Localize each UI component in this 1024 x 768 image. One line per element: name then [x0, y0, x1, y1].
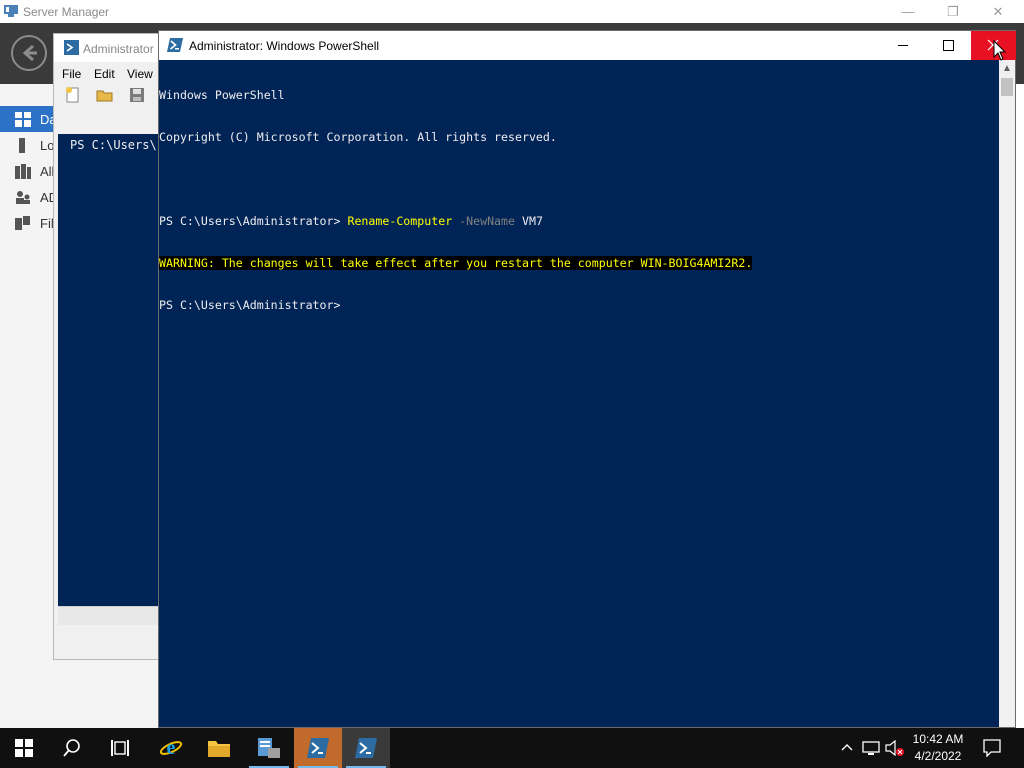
- console-line-banner: Windows PowerShell: [159, 88, 285, 102]
- powershell-taskbar-button-2[interactable]: [342, 728, 390, 768]
- mouse-pointer-icon: [993, 40, 1007, 61]
- new-file-icon[interactable]: [64, 86, 82, 104]
- task-view-icon: [111, 740, 129, 756]
- search-button[interactable]: [48, 728, 96, 768]
- console-line-command: PS C:\Users\Administrator> Rename-Comput…: [159, 214, 999, 228]
- action-center-icon[interactable]: [983, 739, 1001, 757]
- arrow-left-icon: [22, 44, 37, 62]
- save-icon[interactable]: [128, 86, 146, 104]
- minimize-icon: [898, 45, 908, 46]
- vertical-scrollbar[interactable]: ▲: [999, 60, 1015, 727]
- console-line-warning: WARNING: The changes will take effect af…: [159, 256, 999, 270]
- menu-edit[interactable]: Edit: [94, 67, 115, 81]
- command-argument: VM7: [515, 214, 543, 228]
- scroll-thumb[interactable]: [1001, 78, 1013, 96]
- server-manager-titlebar: Server Manager — ❐ ✕: [0, 0, 1024, 23]
- maximize-icon: [943, 40, 954, 51]
- command-parameter: -NewName: [452, 214, 515, 228]
- clock-time: 10:42 AM: [912, 732, 964, 746]
- horizontal-scrollbar[interactable]: [58, 606, 172, 625]
- file-explorer-button[interactable]: [196, 728, 244, 768]
- server-manager-button[interactable]: [245, 728, 293, 768]
- console-line-copyright: Copyright (C) Microsoft Corporation. All…: [159, 130, 557, 144]
- minimize-button[interactable]: —: [885, 2, 931, 22]
- server-manager-icon: [258, 738, 280, 758]
- clock[interactable]: 10:42 AM 4/2/2022: [902, 731, 974, 765]
- console-line-prompt[interactable]: PS C:\Users\Administrator>: [159, 298, 999, 312]
- powershell-titlebar[interactable]: Administrator: Windows PowerShell: [159, 31, 1016, 60]
- minimize-button[interactable]: [881, 31, 926, 60]
- restore-button[interactable]: ❐: [930, 2, 976, 22]
- back-button[interactable]: [11, 35, 47, 71]
- menu-file[interactable]: File: [62, 67, 81, 81]
- file-explorer-icon: [208, 741, 230, 757]
- open-folder-icon[interactable]: [96, 86, 114, 104]
- svg-text:e: e: [167, 737, 176, 759]
- background-window-title: Administrator: [83, 42, 154, 56]
- start-button[interactable]: [0, 728, 48, 768]
- internet-explorer-button[interactable]: e: [148, 728, 196, 768]
- powershell-icon: [307, 738, 329, 758]
- dashboard-icon: [15, 112, 31, 127]
- prompt-text: PS C:\Users\Administrator>: [159, 214, 348, 228]
- console-output[interactable]: Windows PowerShell Copyright (C) Microso…: [159, 60, 999, 727]
- command-name: Rename-Computer: [347, 214, 453, 228]
- network-icon[interactable]: [862, 740, 880, 756]
- background-window-titlebar: Administrator: [54, 34, 174, 62]
- powershell-taskbar-button-1[interactable]: [294, 728, 342, 768]
- warning-text: WARNING: The changes will take effect af…: [159, 256, 753, 270]
- close-button[interactable]: ✕: [975, 2, 1021, 22]
- local-server-icon: [19, 138, 25, 153]
- file-services-icon: [15, 216, 30, 230]
- background-powershell-window[interactable]: Administrator File Edit View PS C:\Users…: [53, 33, 174, 660]
- clock-date: 4/2/2022: [914, 749, 962, 763]
- background-console-pane[interactable]: PS C:\Users\: [58, 134, 172, 606]
- powershell-icon: [355, 738, 377, 758]
- maximize-button[interactable]: [926, 31, 971, 60]
- search-icon: [63, 739, 80, 757]
- server-manager-icon: [4, 5, 18, 17]
- powershell-title: Administrator: Windows PowerShell: [189, 39, 380, 53]
- background-console-text: PS C:\Users\: [70, 138, 157, 152]
- ad-ds-icon: [16, 191, 30, 204]
- scroll-up-icon[interactable]: ▲: [999, 60, 1015, 77]
- powershell-window[interactable]: Administrator: Windows PowerShell Window…: [158, 30, 1016, 728]
- internet-explorer-icon: e: [159, 737, 183, 759]
- server-manager-title: Server Manager: [23, 5, 110, 19]
- powershell-icon: [167, 38, 183, 52]
- toolbar: [54, 84, 174, 110]
- start-icon: [15, 739, 33, 757]
- menu-bar: File Edit View: [54, 64, 174, 84]
- task-view-button[interactable]: [96, 728, 144, 768]
- taskbar: e 10:42 AM 4/2/2022: [0, 728, 1024, 768]
- menu-view[interactable]: View: [127, 67, 153, 81]
- show-hidden-icons-chevron-icon[interactable]: [840, 740, 854, 754]
- all-servers-icon: [15, 164, 31, 179]
- powershell-icon: [64, 40, 79, 55]
